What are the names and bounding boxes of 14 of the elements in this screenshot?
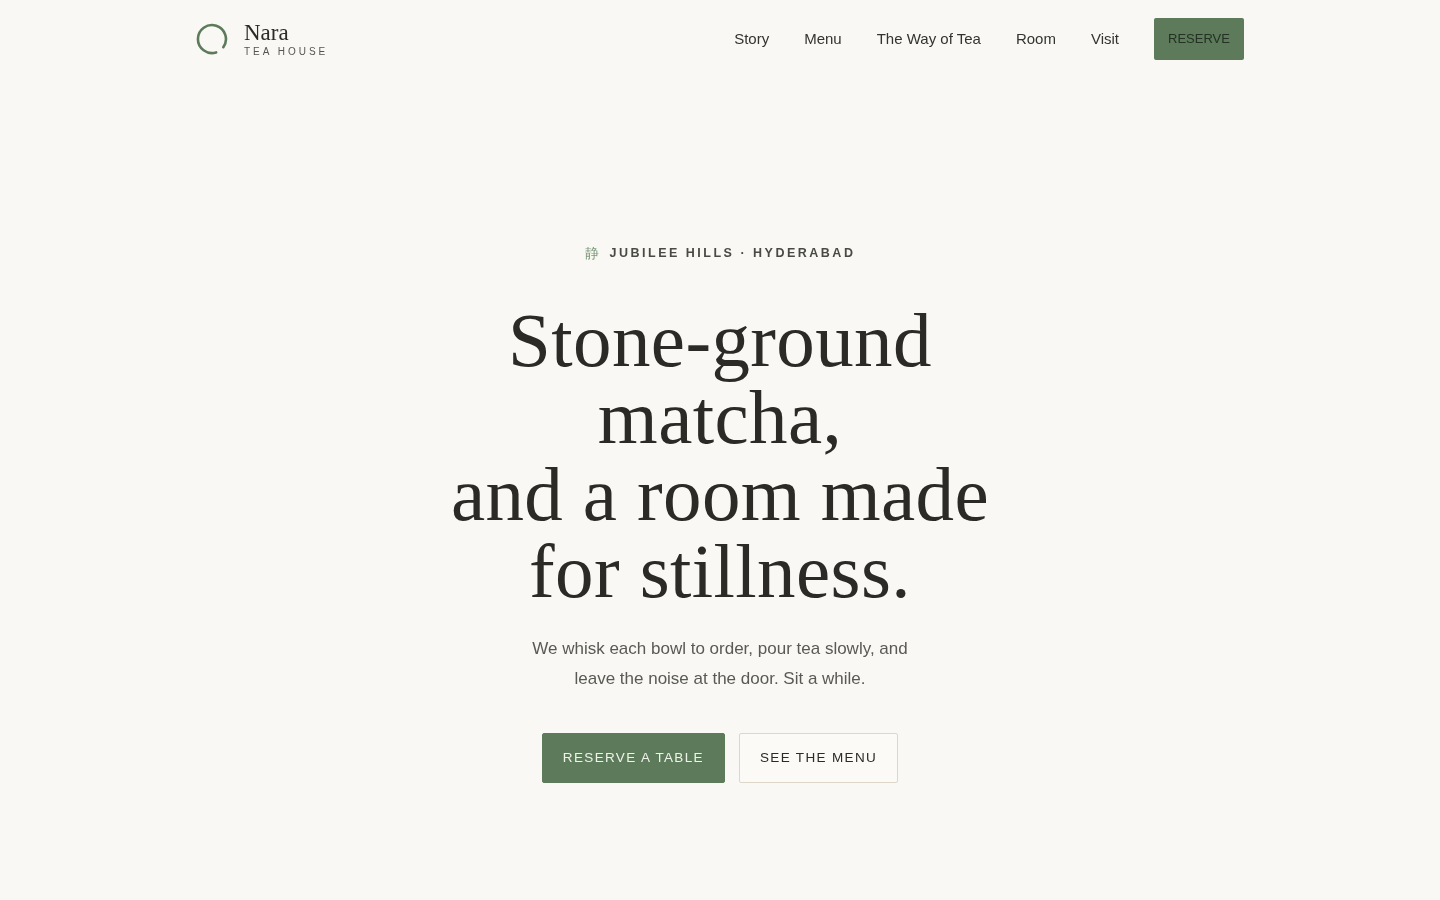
ring-logo-icon [196, 23, 228, 55]
hero-heading: Stone-ground matcha, and a room made for stillness. [450, 302, 990, 610]
nav-link[interactable]: Visit [1090, 27, 1119, 51]
nav-link[interactable]: Story [734, 27, 770, 51]
kanji-mark: 静 [584, 244, 599, 263]
brand-name: Nara [244, 20, 290, 45]
location-eyebrow: JUBILEE HILLS · HYDERABAD [609, 244, 856, 262]
reserve-table-button[interactable]: RESERVE A TABLE [541, 733, 725, 783]
nav-link[interactable]: The Way of Tea [876, 27, 981, 51]
brand-tagline: TEA HOUSE [244, 45, 329, 58]
hero-description: We whisk each bowl to order, pour tea slowly, and leave the noise at the door. Sit a while. [531, 638, 909, 690]
nav-link[interactable]: Room [1015, 27, 1056, 51]
nav-link[interactable]: Menu [804, 27, 842, 51]
see-menu-button[interactable]: SEE THE MENU [738, 733, 899, 783]
